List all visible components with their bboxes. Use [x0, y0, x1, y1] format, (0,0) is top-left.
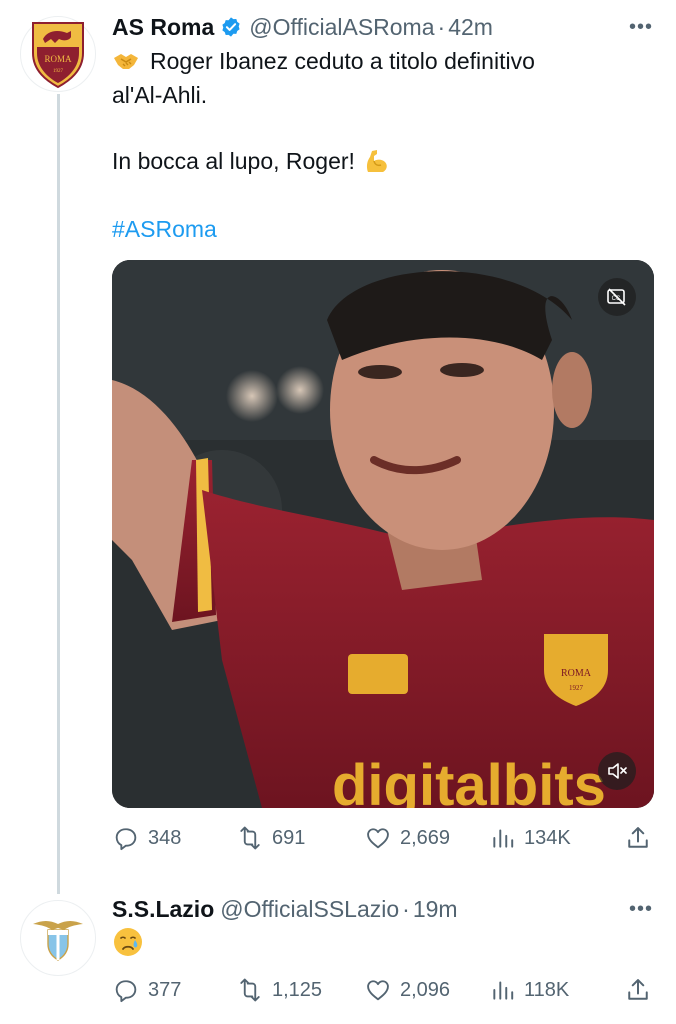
mute-icon[interactable] [598, 752, 636, 790]
like-icon [367, 828, 389, 849]
repost-count: 1,125 [272, 978, 323, 1001]
display-name[interactable]: S.S.Lazio [112, 896, 214, 923]
like-count: 2,669 [400, 826, 451, 849]
repost-icon [240, 826, 260, 850]
video-frame: ROMA 1927 digitalbits [112, 260, 654, 808]
verified-badge-icon [220, 16, 242, 38]
views-button[interactable]: 118K [490, 976, 569, 1004]
views-icon [493, 829, 514, 848]
share-button[interactable] [624, 824, 660, 852]
reply-count: 348 [148, 826, 182, 849]
like-button[interactable]: 2,669 [364, 824, 450, 852]
crying-face-emoji-icon [112, 926, 144, 958]
more-icon[interactable]: ••• [626, 12, 656, 42]
tweet-media-video[interactable]: ROMA 1927 digitalbits CC [112, 260, 654, 808]
repost-button[interactable]: 1,125 [236, 976, 322, 1004]
svg-text:ROMA: ROMA [561, 668, 592, 679]
avatar-asroma[interactable]: ROMA 1927 [20, 16, 96, 92]
tweet-actions: 348 691 2,669 134K [112, 818, 656, 858]
tweet-asroma[interactable]: ROMA 1927 AS Roma @OfficialASRoma · 42m … [0, 0, 676, 894]
tweet-header: S.S.Lazio @OfficialSSLazio · 19m ••• [112, 894, 656, 924]
tweet-text-paragraph-2: In bocca al lupo, Roger! [112, 144, 656, 178]
tweet-actions: 377 1,125 2,096 118K [112, 970, 656, 1010]
reply-button[interactable]: 377 [112, 976, 181, 1004]
hashtag-line: #ASRoma [112, 212, 656, 246]
tweet-text: Roger Ibanez ceduto a titolo definitivo … [112, 44, 656, 112]
repost-icon [240, 978, 260, 1002]
asroma-crest-icon: ROMA 1927 [32, 22, 84, 89]
thread-line [57, 94, 60, 894]
repost-button[interactable]: 691 [236, 824, 305, 852]
handle[interactable]: @OfficialSSLazio [220, 896, 399, 923]
views-count: 118K [524, 978, 570, 1001]
svg-text:ROMA: ROMA [44, 54, 72, 64]
timestamp[interactable]: 42m [448, 14, 493, 41]
like-count: 2,096 [400, 978, 451, 1001]
share-icon [628, 979, 648, 1000]
captions-icon[interactable]: CC [598, 278, 636, 316]
flexed-biceps-emoji-icon [363, 147, 391, 175]
like-button[interactable]: 2,096 [364, 976, 450, 1004]
views-button[interactable]: 134K [490, 824, 571, 852]
separator-dot: · [402, 895, 410, 922]
views-count: 134K [524, 826, 571, 849]
avatar-sslazio[interactable] [20, 900, 96, 976]
share-button[interactable] [624, 976, 660, 1004]
svg-text:1927: 1927 [569, 684, 584, 692]
hashtag-link[interactable]: #ASRoma [112, 216, 217, 242]
timestamp[interactable]: 19m [413, 896, 458, 923]
reply-button[interactable]: 348 [112, 824, 181, 852]
reply-count: 377 [148, 978, 182, 1001]
tweet-text-line-1: Roger Ibanez ceduto a titolo definitivo [150, 48, 535, 74]
svg-text:1927: 1927 [53, 69, 64, 74]
repost-count: 691 [272, 826, 306, 849]
share-icon [628, 827, 648, 848]
tweet-text-line-2: al'Al-Ahli. [112, 82, 208, 108]
views-icon [493, 981, 514, 1000]
reply-icon [115, 828, 137, 851]
handle[interactable]: @OfficialASRoma [249, 14, 434, 41]
kit-maker-logo-icon [348, 654, 408, 694]
sslazio-crest-icon [33, 921, 83, 961]
tweet-header: AS Roma @OfficialASRoma · 42m ••• [112, 12, 656, 42]
separator-dot: · [437, 13, 446, 40]
like-icon [367, 980, 389, 1001]
handshake-emoji-icon [112, 47, 140, 75]
reply-icon [115, 980, 137, 1003]
tweet-text-line-3: In bocca al lupo, Roger! [112, 148, 355, 174]
display-name[interactable]: AS Roma [112, 14, 214, 41]
jersey-sponsor-text: digitalbits [332, 753, 606, 808]
tweet-text [112, 926, 656, 967]
tweet-sslazio[interactable]: S.S.Lazio @OfficialSSLazio · 19m ••• 377 [0, 880, 676, 1024]
more-icon[interactable]: ••• [626, 894, 656, 924]
